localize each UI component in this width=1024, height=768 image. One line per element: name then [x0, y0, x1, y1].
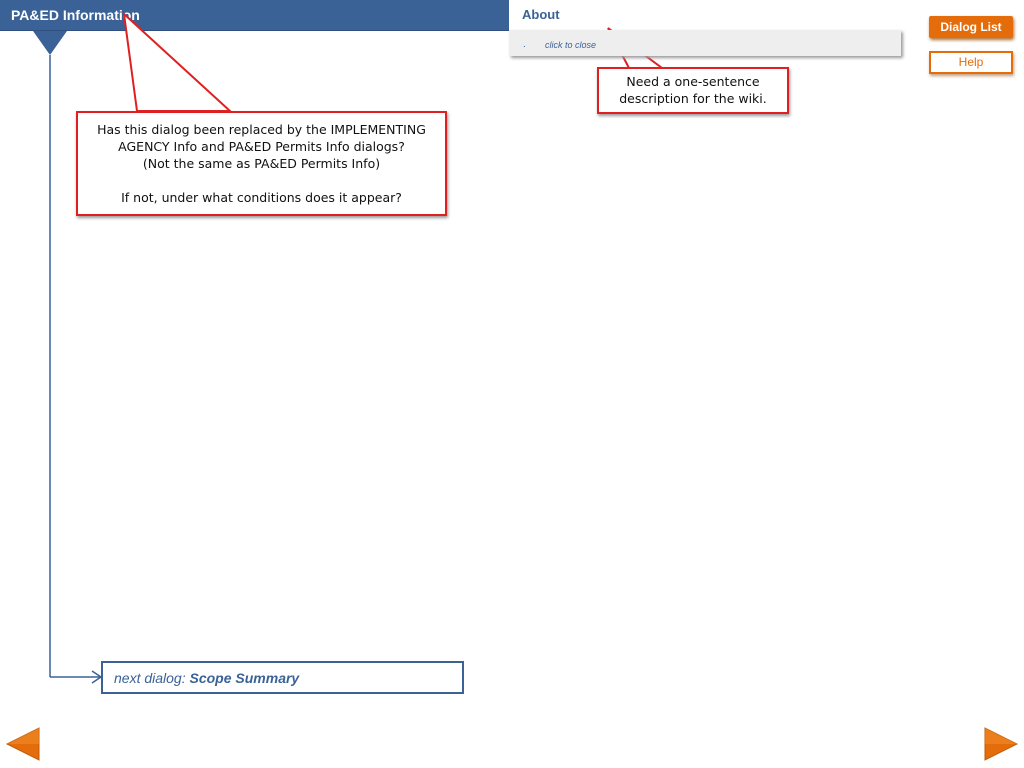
callout-1-line2: AGENCY Info and PA&ED Permits Info dialo…: [118, 139, 405, 154]
callout-2-line1: Need a one-sentence: [626, 74, 760, 89]
click-to-close-link[interactable]: click to close: [545, 40, 596, 50]
dialog-list-button[interactable]: Dialog List: [929, 16, 1013, 38]
callout-1-line3: (Not the same as PA&ED Permits Info): [142, 156, 381, 171]
callout-1-pointer: [122, 11, 233, 112]
right-arrow-icon[interactable]: [983, 726, 1019, 762]
callout-1-line1: Has this dialog been replaced by the IMP…: [97, 122, 426, 137]
next-dialog-text: next dialog: Scope Summary: [114, 670, 299, 686]
wiki-note-callout: Need a one-sentence description for the …: [597, 67, 789, 114]
about-title: About: [522, 7, 560, 22]
next-dialog-name: Scope Summary: [189, 670, 300, 686]
about-panel: . click to close: [509, 30, 901, 56]
about-bullet: .: [523, 39, 526, 50]
left-arrow-icon[interactable]: [5, 726, 41, 762]
callout-2-line2: description for the wiki.: [619, 91, 767, 106]
next-dialog-link[interactable]: next dialog: Scope Summary: [101, 661, 464, 694]
help-button[interactable]: Help: [929, 51, 1013, 74]
replacement-question-callout: Has this dialog been replaced by the IMP…: [76, 111, 447, 216]
callout-1-line4: If not, under what conditions does it ap…: [121, 190, 402, 205]
next-dialog-prefix: next dialog:: [114, 670, 186, 686]
